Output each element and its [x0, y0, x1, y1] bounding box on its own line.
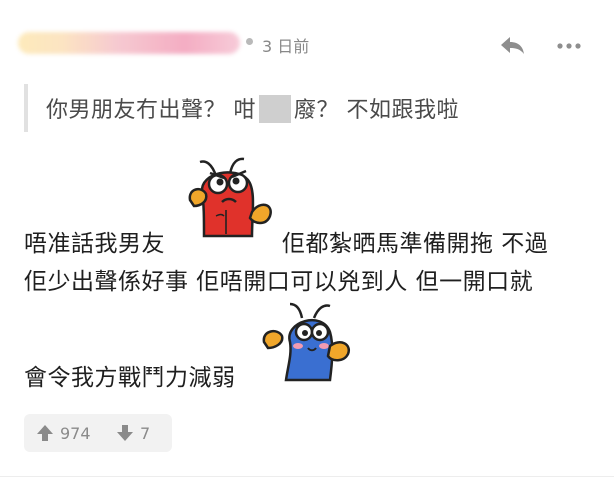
arrow-up-icon	[37, 425, 53, 441]
reply-button[interactable]	[497, 32, 529, 60]
censored-word	[259, 95, 291, 123]
blue-lobster-sticker	[262, 302, 352, 390]
vote-bar: 974 7	[24, 414, 172, 452]
more-dots-icon	[557, 43, 581, 49]
username-blurred[interactable]	[18, 32, 240, 54]
arrow-down-icon	[117, 425, 133, 441]
upvote-button[interactable]: 974	[36, 414, 91, 452]
quote-block: 你男朋友冇出聲？ 咁 廢？ 不如跟我啦	[24, 84, 584, 132]
reply-arrow-icon	[501, 37, 524, 54]
body-line-1b: 佢都紮晒馬準備開拖 不過	[282, 231, 549, 257]
body-line-1a: 唔准話我男友	[24, 231, 165, 257]
quote-text-before: 你男朋友冇出聲？ 咁	[46, 98, 256, 123]
quote-text-after: 廢？ 不如跟我啦	[294, 98, 459, 123]
post-header: 3 日前	[0, 0, 614, 88]
quote-text: 你男朋友冇出聲？ 咁 廢？ 不如跟我啦	[46, 92, 459, 124]
post-time: 3 日前	[262, 37, 310, 56]
more-options-button[interactable]	[553, 32, 585, 60]
body-line-2: 佢少出聲係好事 佢唔開口可以兇到人 但一開口就	[24, 269, 534, 295]
downvote-button[interactable]: 7	[116, 414, 150, 452]
body-line-3: 會令我方戰鬥力減弱	[24, 365, 236, 391]
downvote-count: 7	[140, 423, 151, 443]
separator-dot	[246, 38, 253, 45]
red-lobster-sticker	[186, 156, 276, 248]
upvote-count: 974	[60, 423, 91, 443]
